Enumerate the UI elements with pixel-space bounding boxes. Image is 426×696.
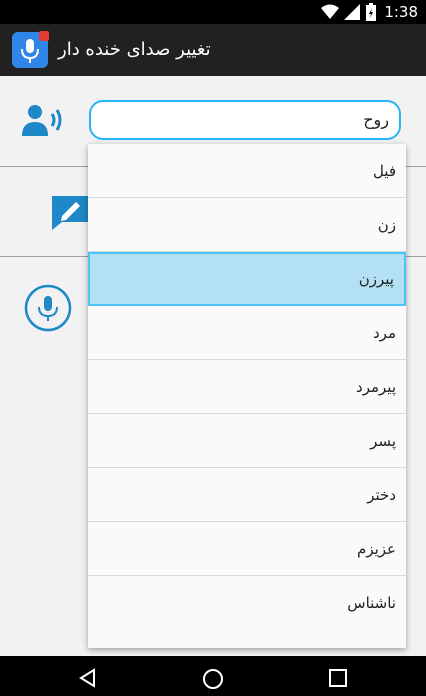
speaker-icon	[18, 102, 66, 146]
back-icon[interactable]	[78, 668, 98, 692]
signal-icon	[344, 4, 361, 20]
battery-charging-icon	[366, 3, 377, 21]
list-item[interactable]: فیل	[88, 144, 406, 198]
voice-dropdown-list: فیل زن پیرزن مرد پیرمرد پسر دختر عزیزم ن…	[88, 144, 406, 648]
list-item[interactable]: دختر	[88, 468, 406, 522]
list-item[interactable]: مرد	[88, 306, 406, 360]
list-item[interactable]: پیرمرد	[88, 360, 406, 414]
list-item[interactable]: عزیزم	[88, 522, 406, 576]
app-bar: تغییر صدای خنده دار	[0, 24, 426, 76]
list-item[interactable]: پسر	[88, 414, 406, 468]
recents-icon[interactable]	[328, 668, 348, 692]
microphone-app-icon	[12, 31, 49, 68]
navigation-bar	[0, 656, 426, 696]
status-bar: 1:38	[0, 0, 426, 24]
wifi-icon	[321, 4, 340, 20]
home-icon[interactable]	[202, 668, 224, 694]
app-title: تغییر صدای خنده دار	[58, 39, 211, 60]
list-item[interactable]: ناشناس	[88, 576, 406, 630]
voice-select-input[interactable]: روح	[89, 100, 401, 140]
list-item-selected[interactable]: پیرزن	[88, 252, 406, 306]
microphone-icon[interactable]	[24, 284, 72, 336]
list-item[interactable]: زن	[88, 198, 406, 252]
edit-message-icon	[50, 194, 90, 236]
status-time: 1:38	[384, 3, 418, 21]
